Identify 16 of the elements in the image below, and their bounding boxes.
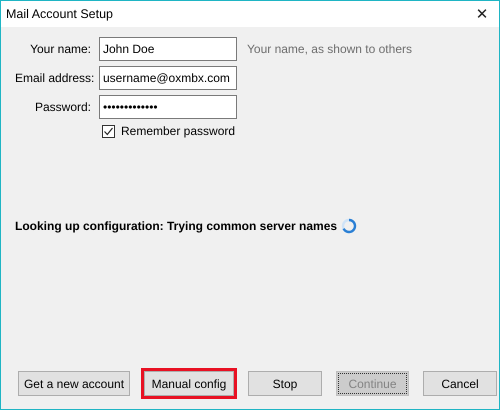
input-field[interactable]: John Doe: [99, 37, 237, 61]
input-field[interactable]: •••••••••••••: [99, 95, 237, 119]
field-label: Email address:: [15, 70, 91, 86]
field-label: Password:: [34, 98, 91, 116]
close-button[interactable]: ✕: [465, 1, 499, 27]
status-text: Looking up configuration: Trying common server names: [15, 219, 338, 233]
checkbox-label: Remember password: [121, 124, 236, 138]
dialog-button[interactable]: Stop: [248, 371, 322, 396]
dialog-button[interactable]: Cancel: [423, 371, 497, 396]
dialog-button[interactable]: Get a new account: [18, 371, 130, 396]
field-hint: Your name, as shown to others: [247, 42, 413, 56]
input-field[interactable]: username@oxmbx.com: [99, 66, 237, 90]
field-label: Your name:: [29, 40, 91, 58]
checkbox[interactable]: [102, 124, 115, 138]
window-title: Mail Account Setup: [6, 7, 114, 21]
dialog-button[interactable]: Manual config: [144, 371, 234, 396]
